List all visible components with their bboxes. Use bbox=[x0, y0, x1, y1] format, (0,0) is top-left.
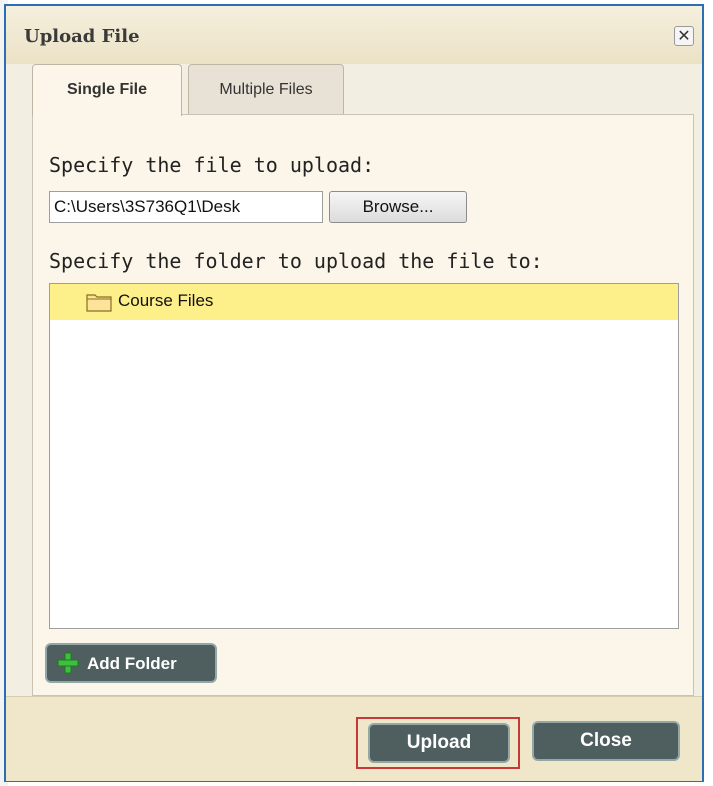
upload-button[interactable]: Upload bbox=[368, 723, 510, 763]
browse-button[interactable]: Browse... bbox=[329, 191, 467, 223]
file-label: Specify the file to upload: bbox=[49, 153, 375, 177]
folder-tree[interactable]: Course Files bbox=[49, 283, 679, 629]
add-folder-label: Add Folder bbox=[87, 654, 177, 673]
single-file-panel: Specify the file to upload: C:\Users\3S7… bbox=[32, 114, 694, 696]
plus-icon bbox=[57, 652, 79, 674]
tab-multiple-files[interactable]: Multiple Files bbox=[188, 64, 344, 114]
dialog-footer: Upload Close bbox=[6, 696, 702, 781]
close-button[interactable]: Close bbox=[532, 721, 680, 761]
add-folder-button[interactable]: Add Folder bbox=[45, 643, 217, 683]
file-path-input[interactable]: C:\Users\3S736Q1\Desk bbox=[49, 191, 323, 223]
folder-label: Specify the folder to upload the file to… bbox=[49, 249, 543, 273]
close-icon[interactable]: ✕ bbox=[674, 26, 694, 46]
tree-item-course-files[interactable]: Course Files bbox=[50, 284, 678, 320]
folder-icon bbox=[86, 294, 112, 312]
upload-file-dialog: Upload File ✕ Single File Multiple Files… bbox=[4, 4, 704, 782]
tree-item-label: Course Files bbox=[118, 291, 214, 310]
dialog-titlebar: Upload File ✕ bbox=[6, 6, 702, 64]
upload-highlight: Upload bbox=[356, 717, 520, 769]
tab-single-file[interactable]: Single File bbox=[32, 64, 182, 116]
dialog-title: Upload File bbox=[24, 26, 140, 47]
